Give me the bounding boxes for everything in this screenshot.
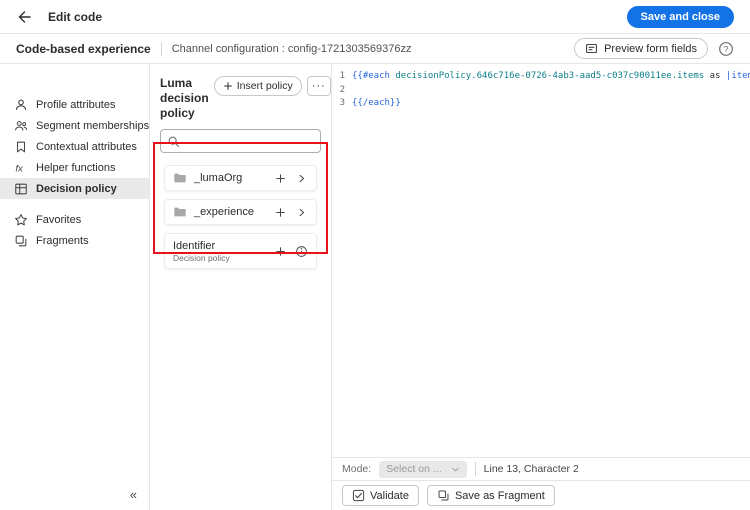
edit-code-window: Edit code Save and close Code-based expe… xyxy=(0,0,750,510)
validate-button[interactable]: Validate xyxy=(342,485,419,506)
code-token: decisionPolicy.646c716e-0726-4ab3-aad5-c… xyxy=(395,71,705,81)
editor-action-bar: Validate Save as Fragment xyxy=(332,480,750,510)
add-icon[interactable] xyxy=(273,205,287,219)
code-editor-panel: 1 {{#each decisionPolicy.646c716e-0726-4… xyxy=(332,64,750,510)
grid-icon xyxy=(14,182,28,196)
sidebar-item-label: Favorites xyxy=(36,213,82,226)
divider xyxy=(474,462,476,476)
code-token: {{/each}} xyxy=(352,98,401,108)
question-mark-icon: ? xyxy=(724,44,729,54)
more-dots-icon: ··· xyxy=(311,80,326,92)
folder-name: _experience xyxy=(194,206,254,218)
sidebar-item-label: Profile attributes xyxy=(36,98,116,111)
fx-icon: fx xyxy=(14,161,28,175)
policy-item-identifier[interactable]: Identifier Decision policy xyxy=(164,233,317,269)
chevron-right-icon[interactable] xyxy=(294,171,308,185)
fragment-save-icon xyxy=(437,489,450,502)
page-title: Edit code xyxy=(48,9,103,24)
top-bar: Edit code Save and close xyxy=(0,0,750,34)
sidebar-item-decision-policy[interactable]: Decision policy xyxy=(0,178,149,199)
sidebar-item-helper-functions[interactable]: fx Helper functions xyxy=(0,157,149,178)
sub-header: Code-based experience Channel configurat… xyxy=(0,34,750,64)
preview-button-label: Preview form fields xyxy=(604,42,697,55)
sidebar-item-label: Segment memberships xyxy=(36,119,150,132)
add-icon[interactable] xyxy=(273,171,287,185)
experience-title: Code-based experience xyxy=(16,41,151,56)
validate-check-icon xyxy=(352,489,365,502)
code-line-2: 2 xyxy=(332,84,750,98)
attributes-sidebar: Profile attributes Segment memberships C… xyxy=(0,64,150,510)
chevron-down-icon xyxy=(451,465,460,474)
code-line-1: 1 {{#each decisionPolicy.646c716e-0726-4… xyxy=(332,70,750,84)
bookmark-icon xyxy=(14,140,28,154)
folder-icon xyxy=(173,205,187,219)
sidebar-group-divider xyxy=(0,199,149,209)
back-button[interactable] xyxy=(16,9,32,25)
mode-select[interactable]: Select on ... xyxy=(379,460,467,478)
chevron-right-icon[interactable] xyxy=(294,205,308,219)
folder-icon xyxy=(173,171,187,185)
sidebar-item-label: Decision policy xyxy=(36,182,117,195)
sidebar-item-favorites[interactable]: Favorites xyxy=(0,209,149,230)
channel-configuration-label: Channel configuration : config-172130356… xyxy=(171,42,412,55)
person-icon xyxy=(14,98,28,112)
save-as-fragment-label: Save as Fragment xyxy=(454,489,545,502)
cursor-position-label: Line 13, Character 2 xyxy=(483,463,579,475)
code-area[interactable]: 1 {{#each decisionPolicy.646c716e-0726-4… xyxy=(332,64,750,457)
divider xyxy=(160,41,162,56)
sidebar-item-contextual-attributes[interactable]: Contextual attributes xyxy=(0,136,149,157)
editor-status-bar: Mode: Select on ... Line 13, Character 2 xyxy=(332,457,750,480)
policy-folder-lumaorg[interactable]: _lumaOrg xyxy=(164,165,317,191)
line-number: 2 xyxy=(339,84,345,95)
help-button[interactable]: ? xyxy=(718,41,734,57)
sidebar-item-profile-attributes[interactable]: Profile attributes xyxy=(0,94,149,115)
code-token: |item| xyxy=(725,71,750,81)
search-input[interactable] xyxy=(185,135,314,147)
code-token: {{#each xyxy=(352,71,396,81)
sidebar-item-label: Fragments xyxy=(36,234,89,247)
sidebar-item-fragments[interactable]: Fragments xyxy=(0,230,149,251)
main-area: Profile attributes Segment memberships C… xyxy=(0,64,750,510)
line-number: 1 xyxy=(339,71,345,81)
folder-name: _lumaOrg xyxy=(194,172,243,184)
mode-label: Mode: xyxy=(342,463,372,475)
mode-select-value: Select on ... xyxy=(386,463,442,475)
more-actions-button[interactable]: ··· xyxy=(306,76,331,96)
add-icon[interactable] xyxy=(273,244,287,258)
line-number: 3 xyxy=(339,98,345,108)
decision-policy-panel: Luma decision policy Insert policy ··· _… xyxy=(150,64,332,510)
policy-panel-title: Luma decision policy xyxy=(160,76,209,120)
sidebar-item-label: Contextual attributes xyxy=(36,140,137,153)
info-icon[interactable] xyxy=(294,244,308,258)
plus-icon xyxy=(223,81,233,91)
code-line-3: 3 {{/each}} xyxy=(332,97,750,111)
code-token: as xyxy=(704,71,726,81)
policy-item-subtitle: Decision policy xyxy=(173,252,230,263)
sidebar-item-label: Helper functions xyxy=(36,161,116,174)
insert-policy-button[interactable]: Insert policy xyxy=(213,76,302,96)
fragment-icon xyxy=(14,234,28,248)
policy-folder-experience[interactable]: _experience xyxy=(164,199,317,225)
star-icon xyxy=(14,213,28,227)
people-icon xyxy=(14,119,28,133)
form-fields-icon xyxy=(585,42,598,55)
preview-form-fields-button[interactable]: Preview form fields xyxy=(574,38,708,59)
policy-item-list: _lumaOrg _experience Identifier Decision… xyxy=(160,165,321,269)
svg-text:fx: fx xyxy=(15,163,24,174)
save-and-close-button[interactable]: Save and close xyxy=(626,5,734,28)
back-arrow-icon xyxy=(16,9,32,25)
policy-item-name: Identifier xyxy=(173,239,216,252)
insert-policy-label: Insert policy xyxy=(236,80,293,92)
validate-label: Validate xyxy=(370,489,409,502)
sidebar-item-segment-memberships[interactable]: Segment memberships xyxy=(0,115,149,136)
save-as-fragment-button[interactable]: Save as Fragment xyxy=(426,485,555,506)
collapse-sidebar-button[interactable]: « xyxy=(130,487,137,502)
search-icon xyxy=(167,135,180,148)
policy-search xyxy=(160,129,321,153)
